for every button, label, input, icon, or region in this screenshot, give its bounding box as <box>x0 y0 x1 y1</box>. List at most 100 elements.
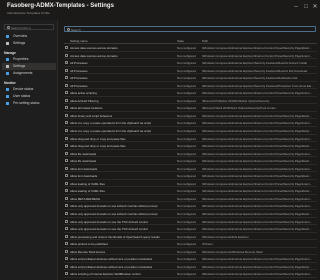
table-row[interactable]: Allow file downloads Not configured \Windo… <box>64 150 317 158</box>
table-row[interactable]: All Processes Not configured \Windows Comp… <box>64 67 317 75</box>
row-checkbox[interactable] <box>65 113 68 117</box>
sidebar-item-label: Settings <box>13 41 26 45</box>
table-row[interactable]: All Processes Not configured \Windows Comp… <box>64 82 317 90</box>
row-checkbox[interactable] <box>65 76 68 80</box>
table-row[interactable]: Allow script-initiated windows without s… <box>64 255 317 263</box>
row-checkbox[interactable] <box>65 151 68 155</box>
column-header-path[interactable]: Path <box>202 39 317 43</box>
setting-state: Not configured <box>177 121 196 126</box>
table-row[interactable]: Allow font downloads Not configured \Windo… <box>64 172 317 180</box>
table-row[interactable]: Allow file downloads Not configured \Windo… <box>64 157 317 165</box>
row-checkbox[interactable] <box>65 144 68 148</box>
setting-path: \Windows Components\Internet Explorer\In… <box>202 257 313 262</box>
sidebar-search-input[interactable] <box>11 25 51 30</box>
setting-state: Not configured <box>177 272 196 277</box>
sidebar-item-per-setting-status[interactable]: Per-setting status <box>2 100 56 107</box>
row-checkbox[interactable] <box>65 196 68 200</box>
row-checkbox[interactable] <box>65 264 68 268</box>
setting-state: Not configured <box>177 264 196 269</box>
setting-state: Not configured <box>177 196 196 201</box>
row-checkbox[interactable] <box>65 61 68 65</box>
table-row[interactable]: All Processes Not configured \Windows Comp… <box>64 74 317 82</box>
row-checkbox[interactable] <box>65 53 68 57</box>
row-checkbox[interactable] <box>65 136 68 140</box>
row-checkbox[interactable] <box>65 121 68 125</box>
row-checkbox[interactable] <box>65 204 68 208</box>
assignments-icon <box>6 72 9 75</box>
column-header-state[interactable]: State <box>177 39 205 43</box>
table-row[interactable]: Access data sources across domains Not co… <box>64 52 317 60</box>
sidebar-search[interactable] <box>4 24 54 30</box>
row-checkbox[interactable] <box>65 166 68 170</box>
table-row[interactable]: Allow scripting of Internet Explorer Web… <box>64 270 317 278</box>
window-subtitle: Administrative Templates Profile <box>7 11 50 15</box>
row-checkbox[interactable] <box>65 212 68 216</box>
row-checkbox[interactable] <box>65 106 68 110</box>
sidebar-item-assignments[interactable]: Assignments <box>2 70 56 77</box>
table-row[interactable]: Allow script-initiated windows without s… <box>64 263 317 271</box>
close-icon[interactable]: ✕ <box>311 3 319 11</box>
setting-name: Allow only approved domains to use the T… <box>70 219 148 224</box>
minimize-icon[interactable]: – <box>292 3 300 11</box>
table-row[interactable]: Allow META REFRESH Not configured \Windows… <box>64 195 317 203</box>
maximize-icon[interactable]: □ <box>302 3 310 11</box>
settings-search-input[interactable] <box>71 27 311 32</box>
table-row[interactable]: Access data sources across domains Not co… <box>64 44 317 52</box>
table-row[interactable]: Allow ActiveX Filtering Not configured \Mi… <box>64 97 317 105</box>
row-checkbox[interactable] <box>65 219 68 223</box>
row-checkbox[interactable] <box>65 257 68 261</box>
row-checkbox[interactable] <box>65 249 68 253</box>
setting-state: Not configured <box>177 227 196 232</box>
setting-name: Allow drag and drop or copy and paste fi… <box>70 136 126 141</box>
table-row[interactable]: Allow cut, copy or paste operations from… <box>64 119 317 128</box>
table-row[interactable]: Allow printers to be published Not config… <box>64 240 317 248</box>
table-row[interactable]: Allow binary and script behaviors Not con… <box>64 112 317 120</box>
table-row[interactable]: Allow previewing and custom thumbnails o… <box>64 233 317 241</box>
table-row[interactable]: Allow only approved domains to use the T… <box>64 218 317 226</box>
table-row[interactable]: Allow only approved domains to use Activ… <box>64 210 317 218</box>
table-row[interactable]: Allow drag and drop or copy and paste fi… <box>64 142 317 150</box>
setting-name: Allow only approved domains to use Activ… <box>70 212 158 217</box>
setting-path: \Windows Components\Internet Explorer\In… <box>202 46 312 50</box>
sidebar-item-properties[interactable]: Properties <box>2 56 56 63</box>
setting-name: Access data sources across domains <box>70 53 118 58</box>
search-icon <box>66 28 70 31</box>
table-row[interactable]: Allow only approved domains to use the T… <box>64 225 317 233</box>
table-row[interactable]: Allow loading of XAML files Not configure… <box>64 187 317 195</box>
sidebar-item-overview[interactable]: Overview <box>2 33 56 40</box>
setting-name: Allow active scripting <box>70 91 97 96</box>
table-row[interactable]: Allow cut, copy or paste operations from… <box>64 127 317 135</box>
table-row[interactable]: Allow loading of XAML files Not configure… <box>64 180 317 188</box>
row-checkbox[interactable] <box>65 234 68 238</box>
setting-name: Access data sources across domains <box>70 46 118 50</box>
table-row[interactable]: All Processes Not configured \Windows Comp… <box>64 59 317 67</box>
table-row[interactable]: Allow drag and drop or copy and paste fi… <box>64 135 317 143</box>
row-checkbox[interactable] <box>65 242 68 246</box>
row-checkbox[interactable] <box>65 181 68 185</box>
table-row[interactable]: Allow only approved domains to use Activ… <box>64 202 317 211</box>
sidebar-item-user-status[interactable]: User status <box>2 93 56 100</box>
sidebar-item-settings[interactable]: Settings <box>2 63 56 70</box>
setting-path: \Windows Components\Internet Explorer\In… <box>202 121 313 126</box>
row-checkbox[interactable] <box>65 272 68 276</box>
sidebar-item-settings-top[interactable]: Settings <box>2 40 56 47</box>
setting-path: \Windows Components\Internet Explorer\In… <box>202 264 312 269</box>
row-checkbox[interactable] <box>65 83 68 87</box>
setting-path: \Windows Components\Internet Explorer\In… <box>202 129 312 134</box>
row-checkbox[interactable] <box>65 98 68 102</box>
settings-search[interactable] <box>64 26 316 32</box>
table-row[interactable]: Allow all trusted locations Not configure… <box>64 104 317 112</box>
column-header-setting-name[interactable]: Setting name <box>70 39 170 43</box>
row-checkbox[interactable] <box>65 189 68 193</box>
row-checkbox[interactable] <box>65 159 68 163</box>
table-row[interactable]: Allow Remote Shell Access Not configured \… <box>64 248 317 256</box>
row-checkbox[interactable] <box>65 227 68 231</box>
table-row[interactable]: Allow font downloads Not configured \Windo… <box>64 165 317 173</box>
table-row[interactable]: Allow active scripting Not configured \Win… <box>64 89 317 97</box>
row-checkbox[interactable] <box>65 91 68 95</box>
row-checkbox[interactable] <box>65 129 68 133</box>
row-checkbox[interactable] <box>65 46 68 49</box>
row-checkbox[interactable] <box>65 68 68 72</box>
row-checkbox[interactable] <box>65 174 68 178</box>
sidebar-item-device-status[interactable]: Device status <box>2 86 56 93</box>
